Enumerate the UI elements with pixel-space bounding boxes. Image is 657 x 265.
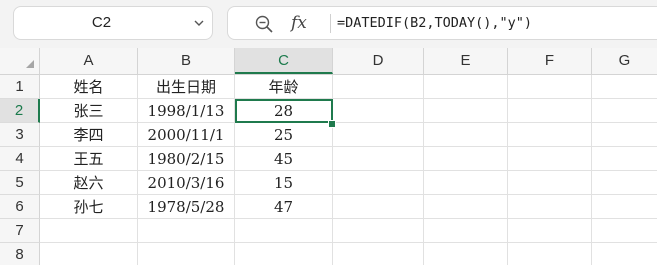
column-header-d[interactable]: D [333,48,424,74]
cell-g6[interactable] [592,195,657,219]
column-header-g[interactable]: G [592,48,657,74]
column-header-row: A B C D E F G [0,48,657,75]
row-header-5[interactable]: 5 [0,171,40,195]
cell-d6[interactable] [333,195,424,219]
cell-c1[interactable]: 年龄 [235,75,333,99]
column-header-b[interactable]: B [138,48,235,74]
cell-c7[interactable] [235,219,333,243]
row-header-3[interactable]: 3 [0,123,40,147]
cell-e4[interactable] [424,147,508,171]
cell-d8[interactable] [333,243,424,265]
row-header-6[interactable]: 6 [0,195,40,219]
column-header-e[interactable]: E [424,48,508,74]
fx-icon[interactable]: fx [291,11,317,35]
row-header-7[interactable]: 7 [0,219,40,243]
cell-b1[interactable]: 出生日期 [138,75,235,99]
zoom-formula-icon[interactable] [254,14,274,34]
name-box[interactable]: C2 [13,6,213,40]
cell-g8[interactable] [592,243,657,265]
column-header-f[interactable]: F [508,48,592,74]
formula-separator [330,14,331,33]
column-header-a[interactable]: A [40,48,138,74]
cell-a2[interactable]: 张三 [40,99,138,123]
cell-c3[interactable]: 25 [235,123,333,147]
spreadsheet-window: C2 fx =DATEDIF(B2,TODAY(),"y") A B C D E… [0,0,657,265]
cell-d7[interactable] [333,219,424,243]
cell-e2[interactable] [424,99,508,123]
cell-f7[interactable] [508,219,592,243]
select-all-button[interactable] [0,48,40,74]
cell-d5[interactable] [333,171,424,195]
cell-g5[interactable] [592,171,657,195]
name-box-value[interactable]: C2 [14,7,189,39]
formula-text[interactable]: =DATEDIF(B2,TODAY(),"y") [337,7,532,39]
cell-d2[interactable] [333,99,424,123]
cell-e1[interactable] [424,75,508,99]
cell-g3[interactable] [592,123,657,147]
cell-a6[interactable]: 孙七 [40,195,138,219]
cell-a1[interactable]: 姓名 [40,75,138,99]
cell-f4[interactable] [508,147,592,171]
column-header-c[interactable]: C [235,48,333,74]
cell-b5[interactable]: 2010/3/16 [138,171,235,195]
row-header-2[interactable]: 2 [0,99,40,123]
cell-c2[interactable]: 28 [235,99,333,123]
cell-d1[interactable] [333,75,424,99]
cell-f6[interactable] [508,195,592,219]
cell-b7[interactable] [138,219,235,243]
cell-e3[interactable] [424,123,508,147]
cell-f5[interactable] [508,171,592,195]
cell-g1[interactable] [592,75,657,99]
cell-f3[interactable] [508,123,592,147]
formula-bar: C2 fx =DATEDIF(B2,TODAY(),"y") [0,0,657,48]
cell-e5[interactable] [424,171,508,195]
cell-f8[interactable] [508,243,592,265]
cell-c8[interactable] [235,243,333,265]
cell-e8[interactable] [424,243,508,265]
formula-input-box[interactable]: fx =DATEDIF(B2,TODAY(),"y") [227,6,657,40]
row-header-1[interactable]: 1 [0,75,40,99]
cell-c6[interactable]: 47 [235,195,333,219]
chevron-down-icon[interactable] [194,18,204,28]
cell-d4[interactable] [333,147,424,171]
cell-c5[interactable]: 15 [235,171,333,195]
cell-b2[interactable]: 1998/1/13 [138,99,235,123]
cell-b6[interactable]: 1978/5/28 [138,195,235,219]
cell-b4[interactable]: 1980/2/15 [138,147,235,171]
cell-g2[interactable] [592,99,657,123]
cell-f2[interactable] [508,99,592,123]
cell-d3[interactable] [333,123,424,147]
cell-b3[interactable]: 2000/11/1 [138,123,235,147]
cell-a5[interactable]: 赵六 [40,171,138,195]
cell-a8[interactable] [40,243,138,265]
row-header-4[interactable]: 4 [0,147,40,171]
row-header-8[interactable]: 8 [0,243,40,265]
cell-g7[interactable] [592,219,657,243]
cell-e6[interactable] [424,195,508,219]
cell-g4[interactable] [592,147,657,171]
select-all-triangle-icon [26,60,34,68]
cell-a4[interactable]: 王五 [40,147,138,171]
cell-c4[interactable]: 45 [235,147,333,171]
cell-a3[interactable]: 李四 [40,123,138,147]
fill-handle[interactable] [328,120,336,128]
cell-a7[interactable] [40,219,138,243]
cell-b8[interactable] [138,243,235,265]
cell-f1[interactable] [508,75,592,99]
cell-e7[interactable] [424,219,508,243]
